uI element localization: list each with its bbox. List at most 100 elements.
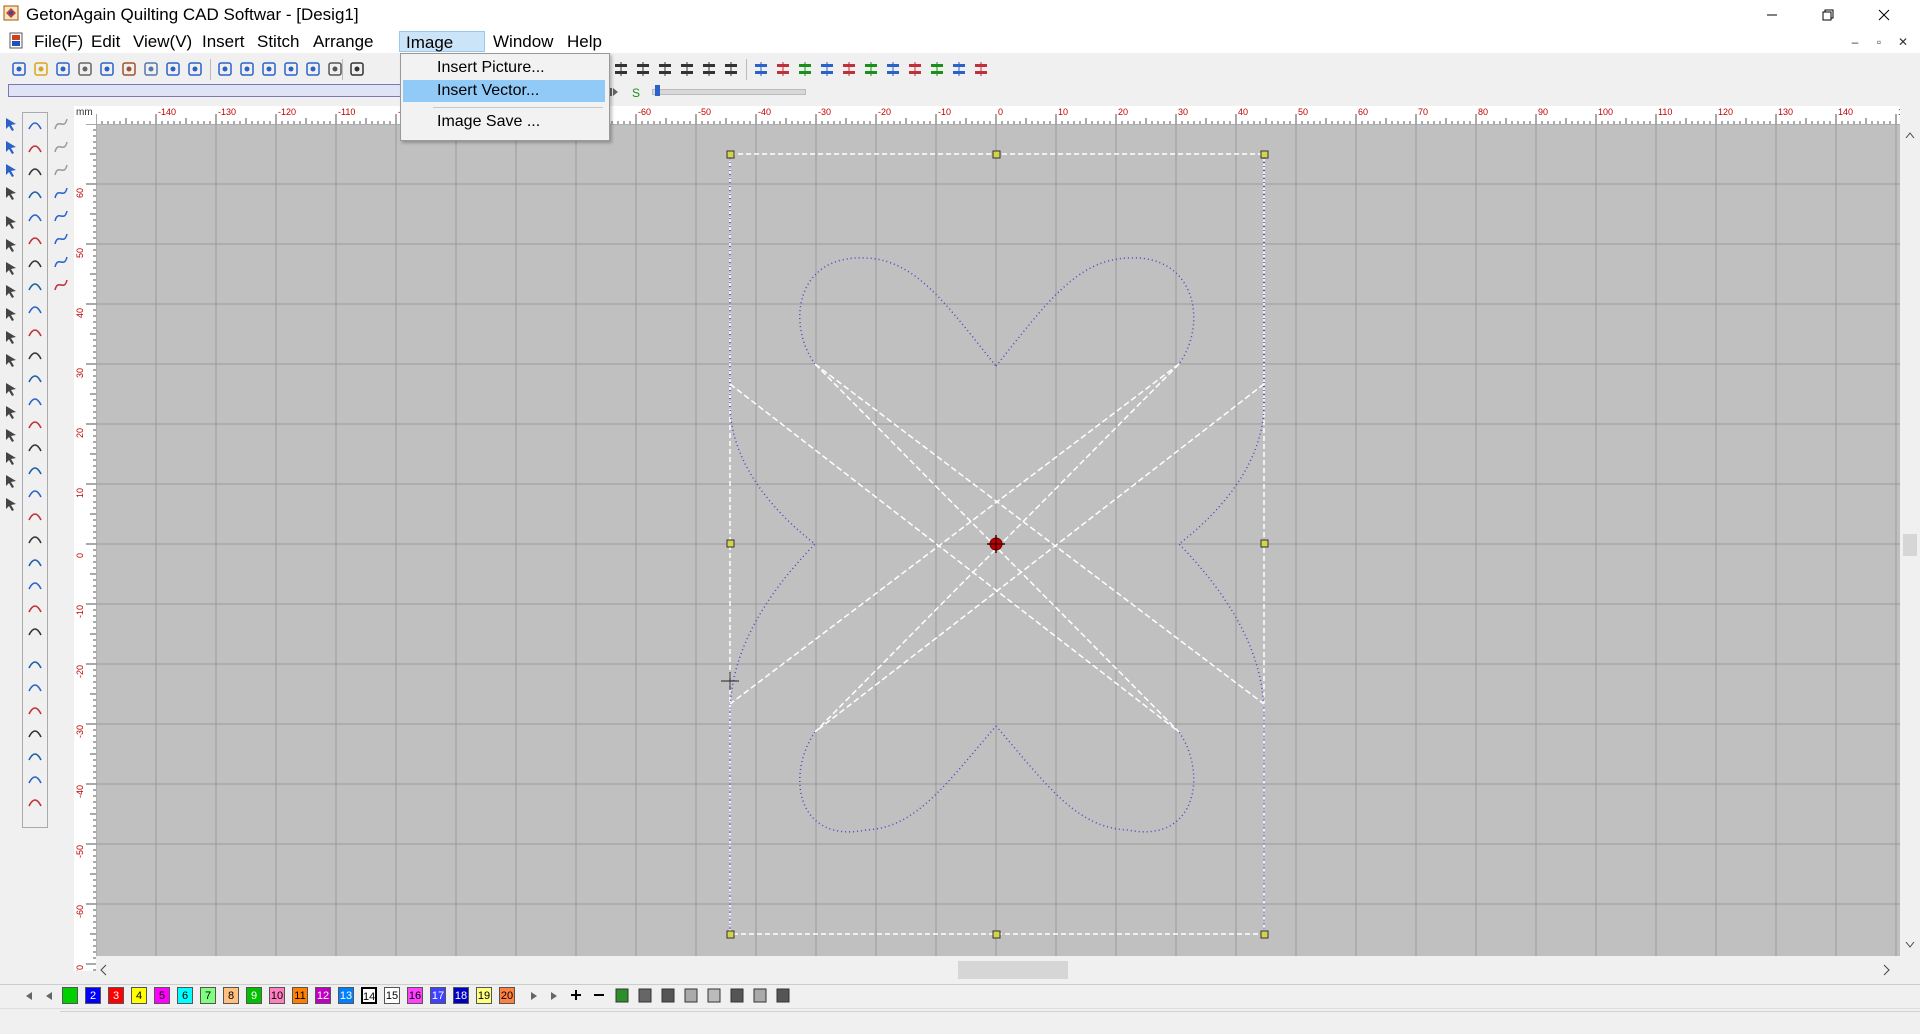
color-button[interactable]: 11 <box>292 987 308 1004</box>
color-button[interactable]: 2 <box>85 987 101 1004</box>
freehand-icon[interactable] <box>840 60 858 78</box>
node-select-icon[interactable] <box>2 138 20 156</box>
menu-item-insert-vector[interactable]: Insert Vector... <box>403 80 605 102</box>
color-button[interactable]: 18 <box>453 987 469 1004</box>
swatch-gray-1[interactable] <box>683 987 699 1004</box>
color-button[interactable]: 8 <box>223 987 239 1004</box>
menu-window[interactable]: Window <box>489 31 557 52</box>
frame-icon[interactable] <box>26 345 44 363</box>
zoom-window-icon[interactable] <box>216 60 234 78</box>
link-icon[interactable] <box>26 506 44 524</box>
array-icon[interactable] <box>26 621 44 639</box>
spiral-icon[interactable] <box>26 138 44 156</box>
quilt-app-icon[interactable] <box>3 5 19 21</box>
paint-icon[interactable] <box>2 282 20 300</box>
menu-file[interactable]: File(F) <box>30 31 87 52</box>
handle-top-center[interactable] <box>992 150 1001 159</box>
new-file-icon[interactable] <box>10 60 28 78</box>
swatch-dark-1[interactable] <box>660 987 676 1004</box>
doc-restore-icon[interactable]: ▫ <box>1868 32 1890 52</box>
width-icon[interactable] <box>26 207 44 225</box>
color-button[interactable]: 9 <box>246 987 262 1004</box>
ellipse-icon[interactable] <box>26 677 44 695</box>
chart-icon[interactable] <box>928 60 946 78</box>
table-icon[interactable] <box>884 60 902 78</box>
zoom-all-icon[interactable] <box>260 60 278 78</box>
mirror-icon[interactable] <box>2 305 20 323</box>
color-button[interactable]: 3 <box>108 987 124 1004</box>
center-marker-icon[interactable] <box>987 535 1005 553</box>
distribute-v-icon[interactable] <box>700 60 718 78</box>
polygon-icon[interactable] <box>26 746 44 764</box>
swatch-dark-2[interactable] <box>729 987 745 1004</box>
swatch-dark-3[interactable] <box>775 987 791 1004</box>
horizontal-scrollbar[interactable] <box>96 956 1900 984</box>
menu-insert[interactable]: Insert <box>198 31 249 52</box>
doc-close-icon[interactable]: ✕ <box>1892 32 1914 52</box>
select-arrow-icon[interactable] <box>2 115 20 133</box>
color-button[interactable]: 15 <box>384 987 400 1004</box>
close-icon[interactable] <box>1856 0 1912 29</box>
rotate-icon[interactable] <box>2 380 20 398</box>
curve-icon[interactable] <box>26 723 44 741</box>
line-tool-icon[interactable] <box>796 60 814 78</box>
color-button[interactable]: 16 <box>407 987 423 1004</box>
color-button[interactable]: 17 <box>430 987 446 1004</box>
handle-middle-right[interactable] <box>1260 539 1269 548</box>
swatch-gray-3[interactable] <box>752 987 768 1004</box>
menu-image[interactable]: Image <box>399 31 485 52</box>
handle-bottom-center[interactable] <box>992 930 1001 939</box>
hatch-icon[interactable] <box>818 60 836 78</box>
delete-node-icon[interactable] <box>26 552 44 570</box>
fill-icon[interactable] <box>2 449 20 467</box>
menu-arrange[interactable]: Arrange <box>309 31 377 52</box>
bezier-icon[interactable] <box>52 230 70 248</box>
menu-item-image-save[interactable]: Image Save ... <box>403 111 605 133</box>
color-button[interactable]: 10 <box>269 987 285 1004</box>
cross-icon[interactable] <box>26 299 44 317</box>
add-color-icon[interactable] <box>568 987 584 1004</box>
arc-shape-icon[interactable] <box>52 207 70 225</box>
target-icon[interactable] <box>26 483 44 501</box>
open-file-icon[interactable] <box>32 60 50 78</box>
rectangle-icon[interactable] <box>26 654 44 672</box>
stitch-select-icon[interactable] <box>2 161 20 179</box>
align-left-icon[interactable] <box>612 60 630 78</box>
color-button[interactable]: 4 <box>131 987 147 1004</box>
node-icon[interactable] <box>26 460 44 478</box>
wave-icon[interactable] <box>52 253 70 271</box>
minimize-icon[interactable] <box>1744 0 1800 29</box>
next-page-icon[interactable] <box>527 989 541 1008</box>
scissor-icon[interactable] <box>26 598 44 616</box>
reshape-icon[interactable] <box>862 60 880 78</box>
handle-top-left[interactable] <box>726 150 735 159</box>
trim-icon[interactable] <box>26 575 44 593</box>
layout-icon[interactable] <box>906 60 924 78</box>
line-draw-icon[interactable] <box>26 115 44 133</box>
curve-a-icon[interactable] <box>52 138 70 156</box>
straight-line-icon[interactable] <box>52 115 70 133</box>
cut-icon[interactable] <box>76 60 94 78</box>
color-bars-icon[interactable] <box>614 987 630 1004</box>
color-button[interactable]: 14 <box>361 987 377 1004</box>
path-icon[interactable] <box>972 60 990 78</box>
curve-c-icon[interactable] <box>52 184 70 202</box>
color-button[interactable]: 20 <box>499 987 515 1004</box>
doc-minimize-icon[interactable]: – <box>1844 32 1866 52</box>
color-button[interactable]: 13 <box>338 987 354 1004</box>
menu-item-insert-picture[interactable]: Insert Picture... <box>403 57 605 79</box>
speed-slider-thumb[interactable] <box>654 85 660 96</box>
color-button[interactable]: 12 <box>315 987 331 1004</box>
measure-icon[interactable] <box>2 184 20 202</box>
restore-icon[interactable] <box>1800 0 1856 29</box>
fill-alt-icon[interactable] <box>2 472 20 490</box>
hatch-shape-icon[interactable] <box>26 792 44 810</box>
first-page-icon[interactable] <box>22 989 36 1006</box>
color-button[interactable]: 7 <box>200 987 216 1004</box>
swap-icon[interactable] <box>26 184 44 202</box>
redo-icon[interactable] <box>186 60 204 78</box>
copy-icon[interactable] <box>98 60 116 78</box>
handle-middle-left[interactable] <box>726 539 735 548</box>
scale-icon[interactable] <box>2 426 20 444</box>
step-100-icon[interactable] <box>2 259 20 277</box>
